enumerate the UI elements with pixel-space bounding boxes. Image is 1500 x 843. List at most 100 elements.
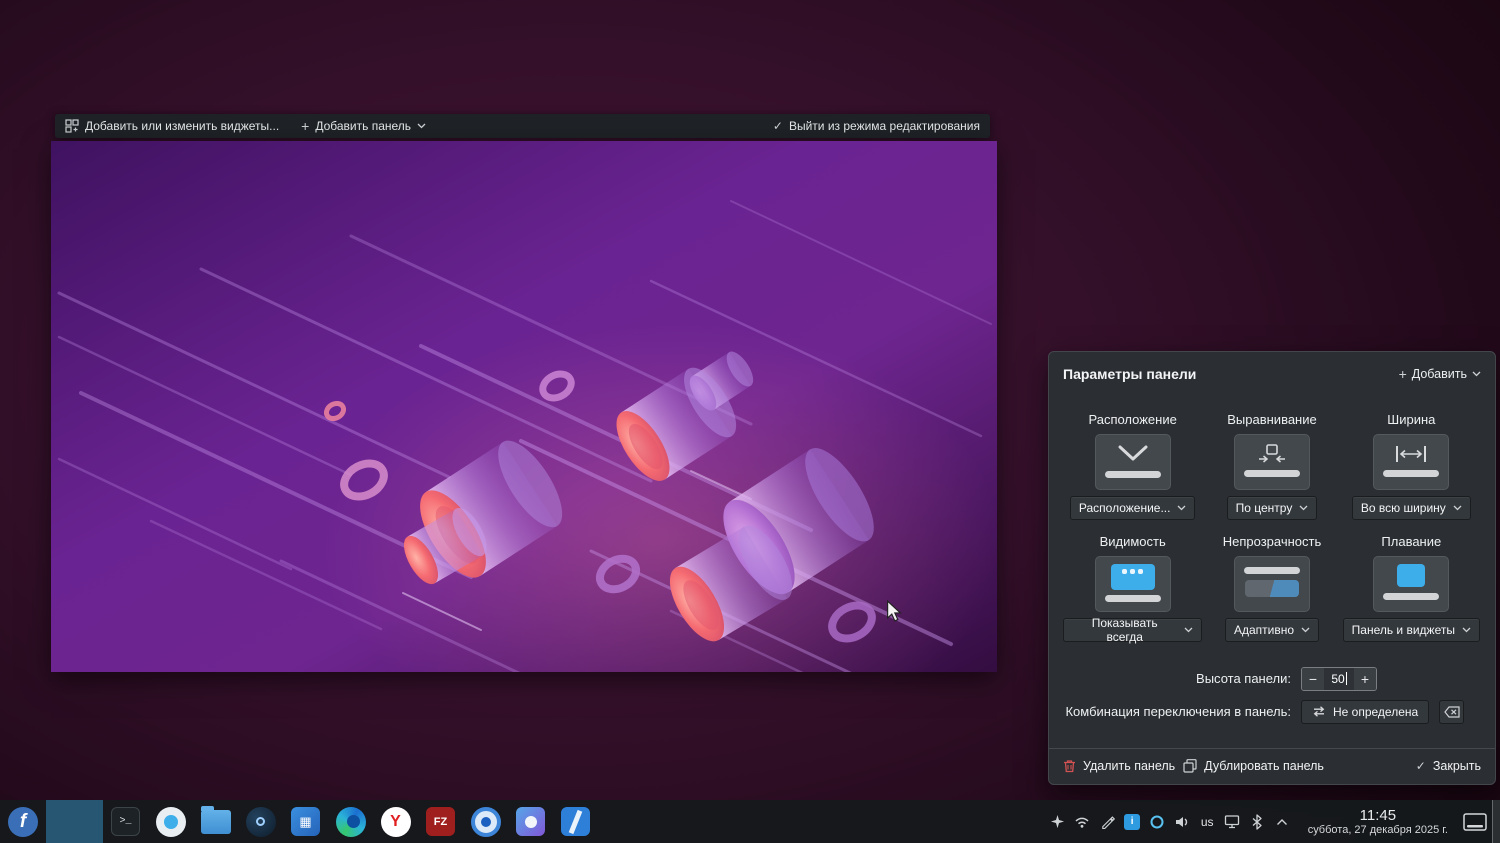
width-select[interactable]: Во всю ширину xyxy=(1351,495,1471,520)
taskbar-flow-button[interactable] xyxy=(553,800,598,843)
group-alignment: Выравнивание По центру xyxy=(1202,412,1341,520)
show-desktop-button[interactable] xyxy=(1492,800,1500,843)
panel-settings-dialog: Параметры панели + Добавить Расположение xyxy=(1048,351,1496,785)
wallpaper-art xyxy=(51,141,997,672)
desktop-wallpaper[interactable] xyxy=(51,141,997,672)
taskbar-discover-button[interactable] xyxy=(148,800,193,843)
fedora-logo-icon: f xyxy=(8,806,38,837)
plus-icon: + xyxy=(301,118,310,134)
expand-tray-button[interactable] xyxy=(1271,807,1294,837)
network-tray-button[interactable] xyxy=(1071,807,1094,837)
keyboard-layout-label: us xyxy=(1200,814,1214,829)
alignment-select[interactable]: По центру xyxy=(1226,495,1318,520)
group-label: Выравнивание xyxy=(1227,411,1317,427)
group-width: Ширина Во всю ширину xyxy=(1342,412,1481,520)
taskbar-konsole-button[interactable]: >_ xyxy=(103,800,148,843)
shortcut-button[interactable]: Не определена xyxy=(1301,699,1430,724)
position-preview xyxy=(1094,433,1171,490)
speaker-icon xyxy=(1176,816,1188,827)
duplicate-panel-button[interactable]: Дублировать панель xyxy=(1183,759,1324,773)
mini-opacity-panel xyxy=(1244,579,1299,597)
app-launcher-button[interactable]: f xyxy=(0,800,46,843)
chevron-down-icon xyxy=(1301,627,1310,632)
dialog-add-button[interactable]: + Добавить xyxy=(1399,367,1481,381)
chromium-browser-icon xyxy=(470,806,501,837)
backspace-icon xyxy=(1443,705,1460,718)
taskbar-yandex-button[interactable]: Y xyxy=(373,800,418,843)
add-widgets-button[interactable]: Добавить или изменить виджеты... xyxy=(65,119,279,133)
display-icon xyxy=(1225,815,1240,829)
mini-panel-bar xyxy=(1383,469,1440,477)
taskbar-chromium-button[interactable] xyxy=(463,800,508,843)
volume-tray-button[interactable] xyxy=(1171,807,1194,837)
panel-bottom-edge-icon xyxy=(1118,445,1148,461)
visibility-value: Показывать всегда xyxy=(1091,615,1158,644)
terminal-icon: >_ xyxy=(111,807,140,836)
dialog-divider xyxy=(1049,747,1495,749)
opacity-value: Адаптивно xyxy=(1233,622,1295,637)
shortcut-value: Не определена xyxy=(1333,704,1419,719)
taskbar-steam-button[interactable] xyxy=(238,800,283,843)
steam-icon xyxy=(245,806,276,837)
edit-mode-bar: Добавить или изменить виджеты... + Добав… xyxy=(55,114,990,138)
blue-app-icon: ▦ xyxy=(291,807,320,836)
alignment-preview xyxy=(1233,433,1310,490)
zen-app-icon xyxy=(516,807,545,836)
ring-icon xyxy=(1150,815,1164,828)
add-panel-button[interactable]: + Добавить панель xyxy=(301,119,426,133)
pen-icon xyxy=(1101,816,1115,829)
clock-time: 11:45 xyxy=(1359,806,1397,824)
mini-panel-bar xyxy=(1104,594,1161,602)
plus-icon: + xyxy=(1398,365,1407,382)
alignment-value: По центру xyxy=(1235,500,1293,515)
chevron-down-icon xyxy=(1177,505,1186,510)
torrent-tray-button[interactable] xyxy=(1146,807,1169,837)
panel-indicator-button[interactable] xyxy=(1458,800,1492,843)
position-select[interactable]: Расположение... xyxy=(1069,495,1196,520)
widgets-tray-button[interactable] xyxy=(1046,807,1069,837)
taskbar-zen-button[interactable] xyxy=(508,800,553,843)
panel-monitor-icon xyxy=(1463,812,1487,831)
info-center-tray-button[interactable]: i xyxy=(1121,807,1144,837)
taskbar-edge-button[interactable] xyxy=(328,800,373,843)
duplicate-panel-label: Дублировать панель xyxy=(1204,759,1324,774)
pen-tray-button[interactable] xyxy=(1096,807,1119,837)
taskbar-blue-app-button[interactable]: ▦ xyxy=(283,800,328,843)
visibility-preview xyxy=(1094,555,1171,612)
height-decrease-button[interactable]: − xyxy=(1302,667,1324,690)
swap-arrows-icon xyxy=(1313,706,1325,717)
keyboard-layout-button[interactable]: us xyxy=(1196,807,1219,837)
screens-tray-button[interactable] xyxy=(1221,807,1244,837)
system-tray: i us xyxy=(1046,807,1294,837)
exit-edit-mode-button[interactable]: ✓ Выйти из режима редактирования xyxy=(773,119,980,133)
align-center-icon xyxy=(1258,443,1285,463)
height-input[interactable]: 50 xyxy=(1324,667,1354,690)
shortcut-clear-button[interactable] xyxy=(1439,699,1465,724)
height-label: Высота панели: xyxy=(1196,671,1291,687)
edge-browser-icon xyxy=(335,806,366,837)
visibility-select[interactable]: Показывать всегда xyxy=(1063,615,1203,644)
floating-select[interactable]: Панель и виджеты xyxy=(1342,617,1480,642)
mini-floating-panel xyxy=(1397,563,1426,587)
group-label: Плавание xyxy=(1381,533,1442,549)
clock-date: суббота, 27 декабря 2025 г. xyxy=(1307,823,1448,836)
chevron-down-icon xyxy=(1462,627,1471,632)
opacity-select[interactable]: Адаптивно xyxy=(1224,617,1320,642)
bluetooth-tray-button[interactable] xyxy=(1246,807,1269,837)
height-spinbox: − 50 + xyxy=(1301,666,1377,691)
taskbar-filezilla-button[interactable]: FZ xyxy=(418,800,463,843)
flow-app-icon xyxy=(561,807,590,836)
taskbar-dolphin-button[interactable] xyxy=(193,800,238,843)
digital-clock[interactable]: 11:45 суббота, 27 декабря 2025 г. xyxy=(1308,807,1448,837)
group-floating: Плавание Панель и виджеты xyxy=(1342,534,1481,642)
chevron-down-icon xyxy=(1453,505,1462,510)
delete-panel-button[interactable]: Удалить панель xyxy=(1063,759,1175,773)
height-increase-button[interactable]: + xyxy=(1354,667,1376,690)
active-task-button[interactable] xyxy=(46,800,103,843)
group-label: Расположение xyxy=(1088,411,1177,427)
add-panel-label: Добавить панель xyxy=(315,119,412,133)
bluetooth-icon xyxy=(1252,813,1262,830)
discover-icon xyxy=(155,806,186,837)
close-dialog-button[interactable]: ✓ Закрыть xyxy=(1416,759,1481,773)
floating-preview xyxy=(1373,555,1450,612)
